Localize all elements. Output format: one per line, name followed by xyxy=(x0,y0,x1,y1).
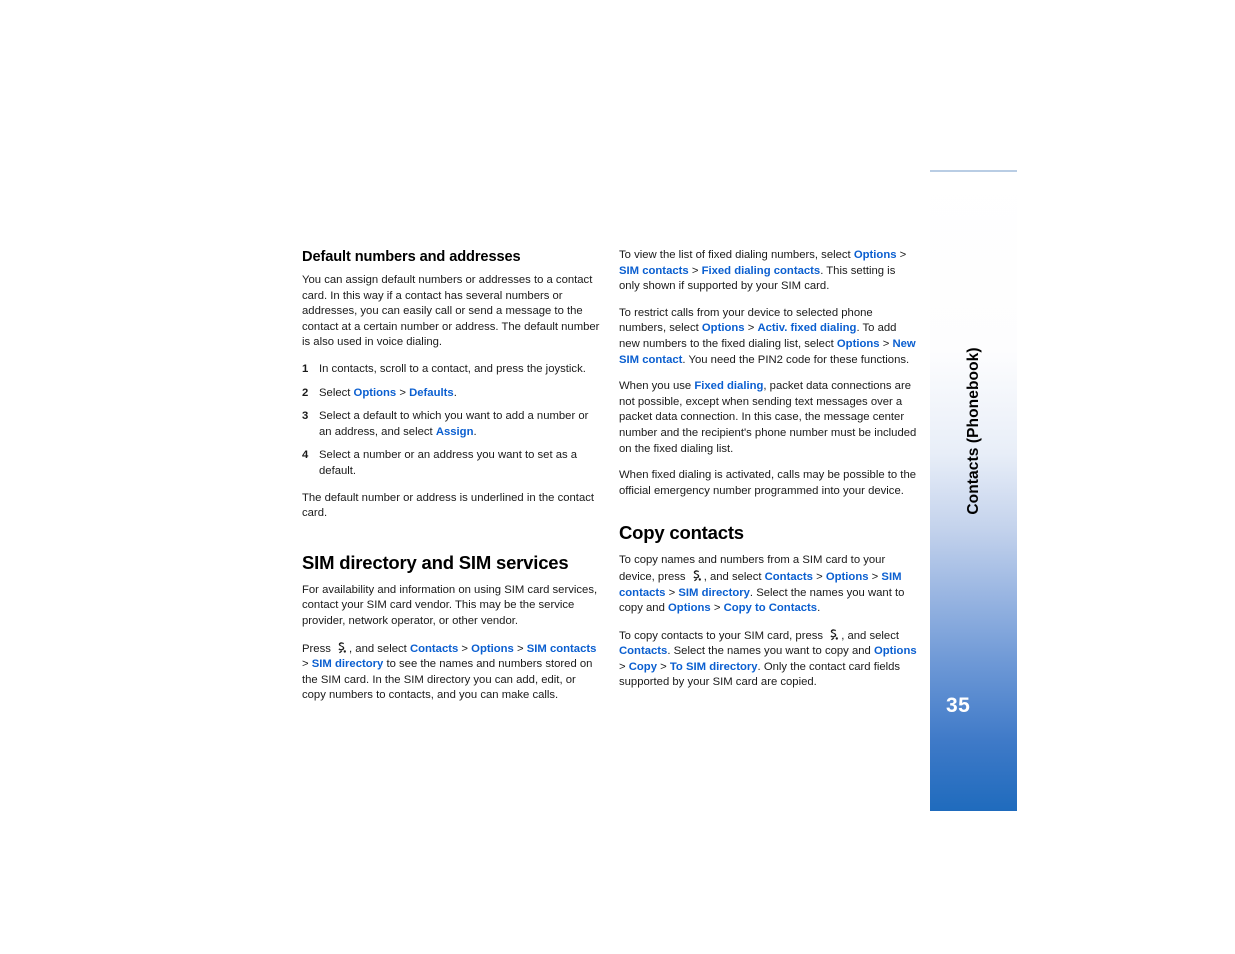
paragraph-copy-to-device-path: device, press , and select Contacts > Op… xyxy=(619,569,919,617)
text-fragment: , and select xyxy=(841,629,899,642)
path-separator: > xyxy=(657,660,670,673)
ui-path-options: Options xyxy=(668,602,711,615)
list-item: 3 Select a default to which you want to … xyxy=(302,409,602,440)
path-separator: > xyxy=(879,337,893,350)
ui-path-options: Options xyxy=(825,570,869,583)
ui-path-options: Options xyxy=(471,642,514,655)
path-separator: > xyxy=(458,642,472,655)
ui-path-fixed-dialing-contacts: Fixed dialing contacts xyxy=(701,264,821,277)
chapter-tab-sidebar: Contacts (Phonebook) 35 xyxy=(930,170,1017,811)
paragraph-default-numbers-intro: You can assign default numbers or addres… xyxy=(302,274,600,349)
text-fragment: . xyxy=(817,602,821,615)
ui-path-sim-directory: SIM directory xyxy=(311,658,384,671)
step-text-post: . xyxy=(453,386,457,399)
text-fragment: When you use xyxy=(619,380,695,393)
text-fragment: device, press xyxy=(619,570,689,583)
menu-key-icon xyxy=(690,569,703,582)
step-number: 3 xyxy=(302,410,309,423)
list-item: 1 In contacts, scroll to a contact, and … xyxy=(302,362,602,378)
ui-path-sim-directory: SIM directory xyxy=(678,586,750,599)
path-separator: > xyxy=(513,642,527,655)
ui-path-contacts: Contacts xyxy=(619,645,668,658)
chapter-title-vertical: Contacts (Phonebook) xyxy=(964,347,982,515)
text-fragment: , and select xyxy=(703,570,765,583)
list-item: 2 Select Options > Defaults. xyxy=(302,386,602,402)
paragraph-view-fixed-dialing: To view the list of fixed dialing number… xyxy=(619,248,919,295)
ui-path-to-sim-directory: To SIM directory xyxy=(669,660,758,673)
paragraph-packet-data: When you use Fixed dialing, packet data … xyxy=(619,379,919,457)
ui-path-contacts: Contacts xyxy=(764,570,813,583)
list-item: 4 Select a number or an address you want… xyxy=(302,448,602,479)
menu-key-icon xyxy=(827,628,840,641)
step-text-pre: Select xyxy=(319,386,354,399)
step-number: 4 xyxy=(302,449,309,462)
page-number: 35 xyxy=(946,694,971,717)
step-number: 1 xyxy=(302,362,309,375)
ui-path-contacts: Contacts xyxy=(409,642,459,655)
heading-sim-directory-and-sim-services: SIM directory and SIM services xyxy=(302,551,569,573)
step-text: Select a number or an address you want t… xyxy=(319,449,578,477)
ui-path-copy-to-contacts: Copy to Contacts xyxy=(723,602,818,615)
document-page: Default numbers and addresses You can as… xyxy=(0,0,1235,954)
ui-path-options: Options xyxy=(701,322,745,335)
heading-copy-contacts: Copy contacts xyxy=(619,522,744,544)
paragraph-sim-directory-path: Press , and select Contacts > Options > … xyxy=(302,641,602,704)
path-separator: > xyxy=(665,586,679,599)
path-separator: > xyxy=(812,570,826,583)
right-text-column: To view the list of fixed dialing number… xyxy=(619,248,919,702)
paragraph-restrict-calls: To restrict calls from your device to se… xyxy=(619,306,919,368)
ui-path-sim-contacts: SIM contacts xyxy=(619,264,689,277)
step-text: In contacts, scroll to a contact, and pr… xyxy=(319,362,586,375)
paragraph-emergency-number: When fixed dialing is activated, calls m… xyxy=(619,469,917,497)
path-separator: > xyxy=(619,660,629,673)
numbered-steps-list: 1 In contacts, scroll to a contact, and … xyxy=(302,362,602,480)
ui-path-fixed-dialing: Fixed dialing xyxy=(694,380,764,393)
heading-default-numbers-and-addresses: Default numbers and addresses xyxy=(302,249,521,265)
text-fragment: , and select xyxy=(349,642,410,655)
paragraph-default-underlined: The default number or address is underli… xyxy=(302,491,595,520)
menu-key-icon xyxy=(335,641,348,654)
path-separator: > xyxy=(302,658,312,671)
path-separator: > xyxy=(868,570,882,583)
text-fragment: . You need the PIN2 code for these funct… xyxy=(682,353,910,366)
ui-path-options: Options xyxy=(353,386,397,399)
text-fragment: To copy contacts to your SIM card, press xyxy=(619,629,827,642)
ui-path-activ-fixed-dialing: Activ. fixed dialing xyxy=(757,322,857,335)
left-text-column: Default numbers and addresses You can as… xyxy=(302,248,602,715)
paragraph-copy-to-device-lead: To copy names and numbers from a SIM car… xyxy=(619,554,886,567)
step-text-post: . xyxy=(473,425,477,438)
path-separator: > xyxy=(396,386,410,399)
step-number: 2 xyxy=(302,386,309,399)
path-separator: > xyxy=(896,249,907,261)
ui-path-options: Options xyxy=(853,249,897,261)
ui-path-assign: Assign xyxy=(435,425,474,438)
path-separator: > xyxy=(744,322,758,335)
path-separator: > xyxy=(688,264,702,277)
paragraph-sim-availability: For availability and information on usin… xyxy=(302,583,598,627)
path-separator: > xyxy=(710,602,724,615)
ui-path-copy: Copy xyxy=(628,660,657,673)
text-fragment: Press xyxy=(302,642,335,655)
ui-path-options: Options xyxy=(873,645,917,658)
ui-path-defaults: Defaults xyxy=(409,386,454,399)
paragraph-copy-to-sim-path: To copy contacts to your SIM card, press… xyxy=(619,628,919,691)
ui-path-sim-contacts: SIM contacts xyxy=(526,642,597,655)
ui-path-options: Options xyxy=(836,337,880,350)
text-fragment: To view the list of fixed dialing number… xyxy=(619,249,854,261)
text-fragment: . Select the names you want to copy and xyxy=(667,645,874,658)
